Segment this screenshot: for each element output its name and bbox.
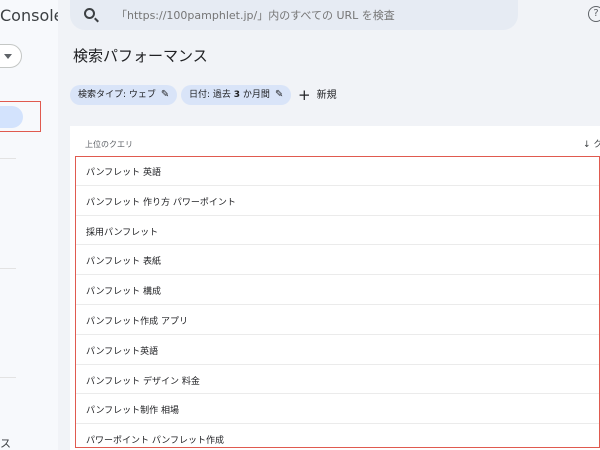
column-header-clicks[interactable]: ↓ ク xyxy=(583,137,600,150)
date-label-suffix: か月間 xyxy=(242,90,270,100)
nav-divider xyxy=(0,268,16,269)
edit-icon: ✎ xyxy=(160,89,170,100)
search-type-filter-chip[interactable]: 検索タイプ: ウェブ ✎ xyxy=(70,85,178,105)
query-list-highlight-box xyxy=(75,156,600,448)
date-label-prefix: 日付: 過去 xyxy=(189,90,231,100)
product-name: Console xyxy=(0,6,58,25)
date-filter-chip[interactable]: 日付: 過去 3 か月間 ✎ xyxy=(181,85,292,105)
add-filter-button[interactable]: + 新規 xyxy=(298,86,337,104)
table-header: 上位のクエリ ↓ ク xyxy=(70,134,600,154)
help-icon[interactable]: ? xyxy=(588,6,600,22)
property-selector[interactable] xyxy=(0,44,22,68)
edit-icon: ✎ xyxy=(274,89,284,100)
search-type-label: 検索タイプ: ウェブ xyxy=(78,90,156,100)
url-inspection-input[interactable] xyxy=(116,7,496,23)
add-filter-label: 新規 xyxy=(316,90,337,101)
left-navigation: Console ス xyxy=(0,0,58,450)
column-header-query[interactable]: 上位のクエリ xyxy=(85,139,133,150)
date-label-number: 3 xyxy=(233,90,241,100)
dropdown-arrow-icon xyxy=(4,54,12,59)
nav-divider xyxy=(0,377,16,378)
plus-icon: + xyxy=(298,86,311,104)
search-icon[interactable] xyxy=(84,8,95,19)
nav-divider xyxy=(0,158,16,159)
nav-item-label[interactable]: ス xyxy=(0,435,11,450)
url-inspection-bar[interactable] xyxy=(70,0,518,30)
nav-highlight-box xyxy=(0,101,41,132)
page-title: 検索パフォーマンス xyxy=(73,47,208,65)
